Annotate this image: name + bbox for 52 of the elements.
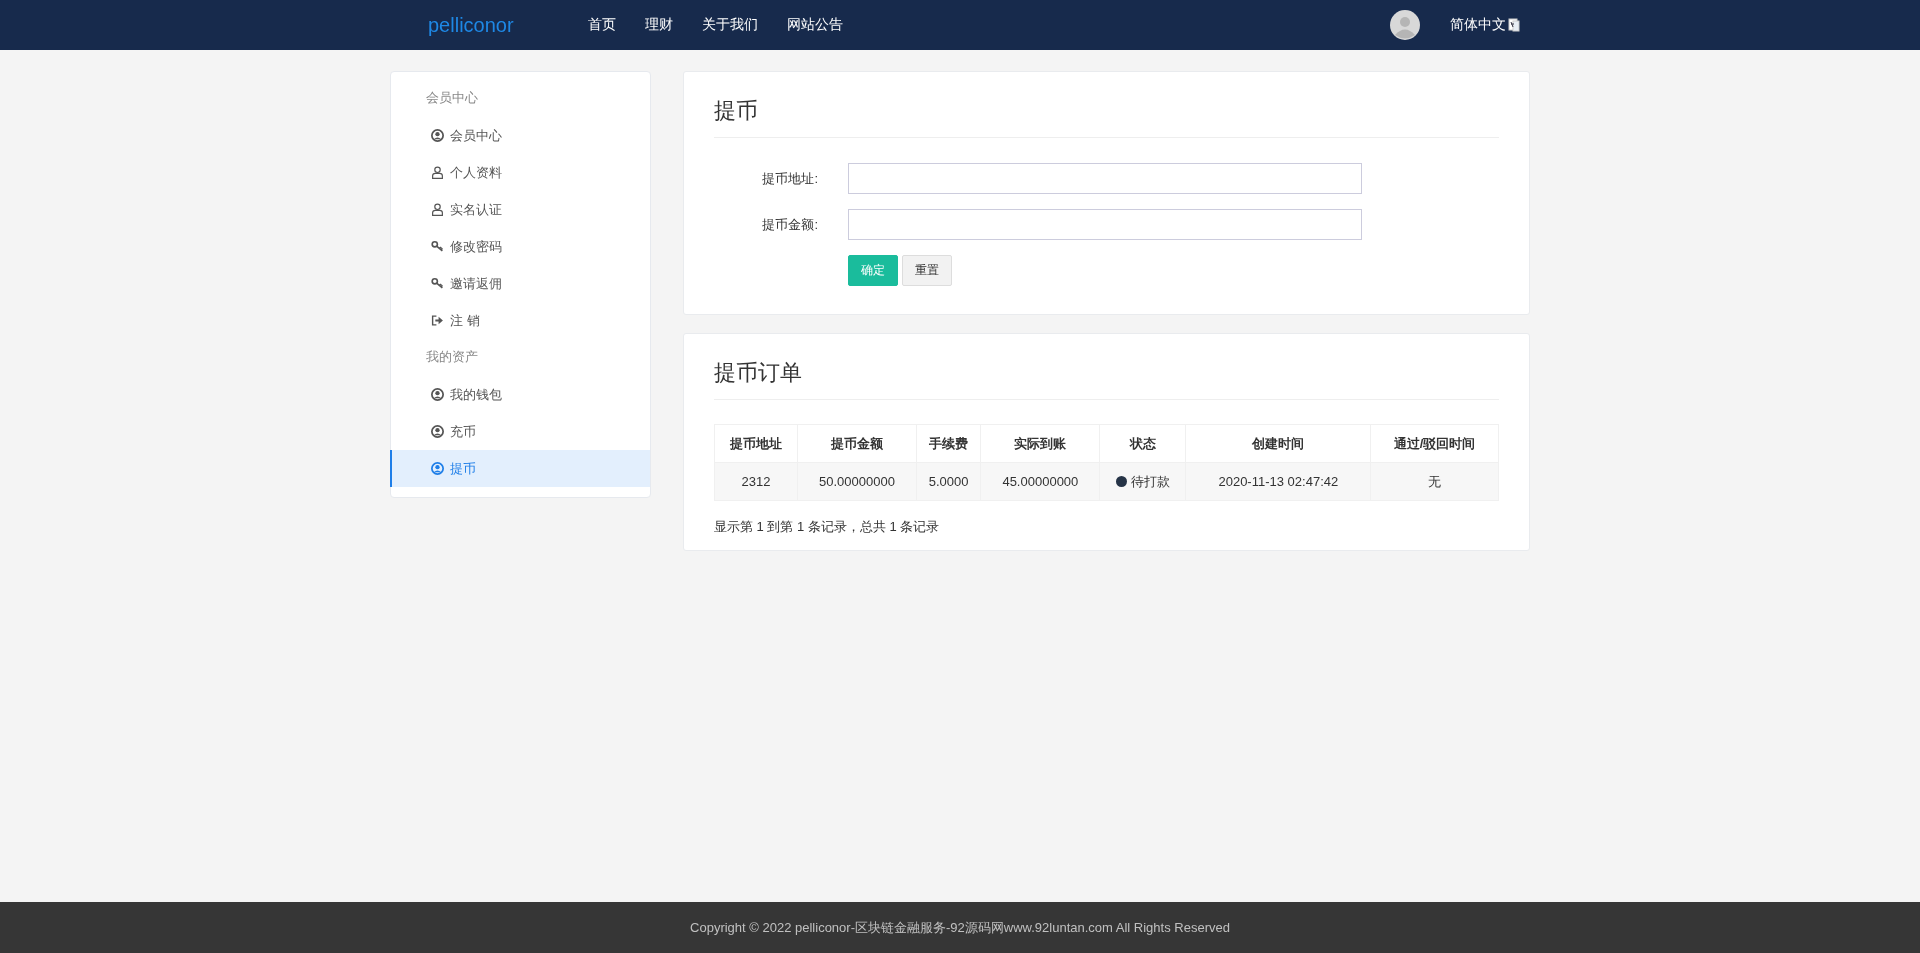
column-header: 创建时间	[1185, 424, 1371, 463]
input-field[interactable]	[848, 209, 1362, 240]
column-header: 状态	[1099, 424, 1186, 463]
card-title: 提币	[714, 90, 1499, 138]
key-icon	[431, 240, 444, 253]
sidebar-item[interactable]: 实名认证	[390, 191, 650, 228]
table-cell: 无	[1370, 462, 1499, 501]
user-circle-icon	[431, 129, 444, 142]
column-header: 提币地址	[714, 424, 798, 463]
sidebar-item[interactable]: 提币	[390, 450, 650, 487]
sidebar-section-title: 会员中心	[425, 89, 479, 107]
nav-link[interactable]: 网站公告	[786, 16, 843, 34]
column-header: 手续费	[916, 424, 981, 463]
user-circle-icon	[431, 462, 444, 475]
copyright-text: Copyright © 2022 pelliconor-区块链金融服务-92源码网www.92luntan.com All Rights Reserved	[690, 918, 1230, 937]
user-circle-icon	[431, 425, 444, 438]
sidebar-item[interactable]: 注 销	[390, 302, 650, 339]
pagination-summary: 显示第 1 到第 1 条记录，总共 1 条记录	[714, 518, 941, 536]
input-field[interactable]	[848, 163, 1362, 194]
status-dot	[1115, 476, 1127, 487]
user-icon	[431, 203, 444, 216]
user-icon	[431, 166, 444, 179]
nav-link[interactable]: 理财	[644, 16, 673, 34]
sidebar-item[interactable]: 充币	[390, 413, 650, 450]
sidebar-item[interactable]: 个人资料	[390, 154, 650, 191]
column-header: 提币金额	[797, 424, 917, 463]
column-header: 通过/驳回时间	[1370, 424, 1499, 463]
sidebar-item[interactable]: 我的钱包	[390, 376, 650, 413]
user-circle-icon	[431, 388, 444, 401]
column-header: 实际到账	[980, 424, 1100, 463]
table-cell: 5.0000	[916, 462, 981, 501]
table-cell: 45.00000000	[980, 462, 1100, 501]
site-logo[interactable]: pelliconor	[428, 13, 514, 37]
sign-out-icon	[431, 314, 444, 327]
table-cell: 50.00000000	[797, 462, 917, 501]
nav-link[interactable]: 关于我们	[701, 16, 758, 34]
language-link[interactable]: 简体中文	[1450, 16, 1506, 34]
card-title: 提币订单	[714, 352, 1499, 400]
sidebar-item[interactable]: 修改密码	[390, 228, 650, 265]
field-label: 提币地址:	[761, 169, 819, 188]
key-icon	[431, 277, 444, 290]
sidebar-item[interactable]: 邀请返佣	[390, 265, 650, 302]
sidebar-item[interactable]: 会员中心	[390, 117, 650, 154]
nav-link[interactable]: 首页	[587, 16, 616, 34]
avatar-icon[interactable]	[1390, 10, 1420, 40]
sidebar-section-title: 我的资产	[425, 348, 479, 366]
table-cell: 2312	[714, 462, 798, 501]
field-label: 提币金额:	[761, 215, 819, 234]
translate-icon[interactable]	[1508, 18, 1520, 32]
reset-button[interactable]: 重置	[902, 255, 952, 286]
status-text: 待打款	[1130, 472, 1170, 491]
table-cell: 2020-11-13 02:47:42	[1185, 462, 1371, 501]
